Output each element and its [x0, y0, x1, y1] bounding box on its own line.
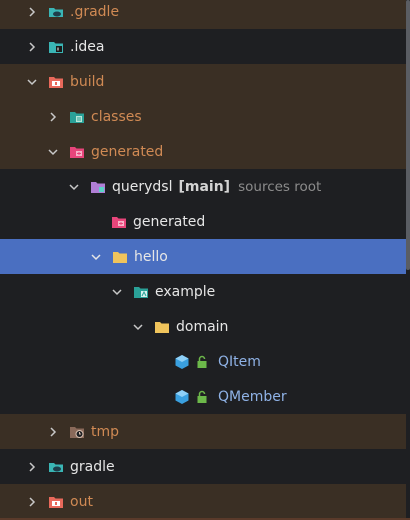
tree-label: out — [70, 493, 93, 510]
tree-row-gradle[interactable]: gradle — [0, 449, 406, 484]
tree-row-generated-inner[interactable]: generated — [0, 204, 406, 239]
tree-row-tmp[interactable]: tmp — [0, 414, 406, 449]
chevron-down-icon[interactable] — [66, 179, 82, 195]
tree-row-querydsl[interactable]: querydsl [main] sources root — [0, 169, 406, 204]
tree-label: generated — [91, 143, 164, 160]
tree-row-generated[interactable]: generated — [0, 134, 406, 169]
source-root-folder-icon — [90, 179, 106, 195]
tree-row-hello[interactable]: hello — [0, 239, 406, 274]
folder-icon — [154, 319, 170, 335]
chevron-down-icon[interactable] — [109, 284, 125, 300]
class-icon — [174, 389, 190, 405]
idea-folder-icon — [48, 39, 64, 55]
tree-label: hello — [134, 248, 168, 265]
project-tree: .gradle .idea build classes generated qu… — [0, 0, 410, 520]
class-icon — [174, 354, 190, 370]
tree-row-idea[interactable]: .idea — [0, 29, 406, 64]
excluded-folder-icon — [48, 494, 64, 510]
chevron-right-icon[interactable] — [24, 4, 40, 20]
chevron-right-icon[interactable] — [24, 459, 40, 475]
gradle-folder-icon — [48, 459, 64, 475]
tree-label: querydsl — [112, 178, 173, 195]
generated-folder-icon — [69, 144, 85, 160]
chevron-right-icon[interactable] — [45, 109, 61, 125]
tree-row-qitem[interactable]: QItem — [0, 344, 406, 379]
excluded-folder-icon — [48, 74, 64, 90]
chevron-right-icon[interactable] — [24, 39, 40, 55]
temp-folder-icon — [69, 424, 85, 440]
tree-row-example[interactable]: example — [0, 274, 406, 309]
classes-folder-icon — [69, 109, 85, 125]
tree-label: generated — [133, 213, 206, 230]
chevron-down-icon[interactable] — [45, 144, 61, 160]
chevron-down-icon[interactable] — [24, 74, 40, 90]
vertical-scrollbar[interactable] — [406, 0, 410, 270]
source-set-badge: [main] — [178, 178, 231, 195]
lock-icon — [196, 355, 208, 369]
sources-root-hint: sources root — [238, 178, 322, 195]
generated-folder-icon — [111, 214, 127, 230]
package-folder-icon — [133, 284, 149, 300]
tree-label: .gradle — [70, 3, 120, 20]
tree-label: build — [70, 73, 105, 90]
tree-row-build[interactable]: build — [0, 64, 406, 99]
tree-row-out[interactable]: out — [0, 484, 406, 519]
folder-icon — [112, 249, 128, 265]
tree-label: domain — [176, 318, 229, 335]
tree-label: example — [155, 283, 216, 300]
chevron-right-icon[interactable] — [24, 494, 40, 510]
tree-row-gradle-hidden[interactable]: .gradle — [0, 0, 406, 29]
chevron-down-icon[interactable] — [88, 249, 104, 265]
tree-label: tmp — [91, 423, 120, 440]
tree-label: gradle — [70, 458, 115, 475]
tree-label: QItem — [218, 353, 261, 370]
chevron-down-icon[interactable] — [130, 319, 146, 335]
tree-label: classes — [91, 108, 142, 125]
lock-icon — [196, 390, 208, 404]
tree-label: .idea — [70, 38, 105, 55]
chevron-right-icon[interactable] — [45, 424, 61, 440]
gradle-folder-icon — [48, 4, 64, 20]
tree-row-qmember[interactable]: QMember — [0, 379, 406, 414]
tree-row-domain[interactable]: domain — [0, 309, 406, 344]
tree-label: QMember — [218, 388, 287, 405]
tree-row-classes[interactable]: classes — [0, 99, 406, 134]
